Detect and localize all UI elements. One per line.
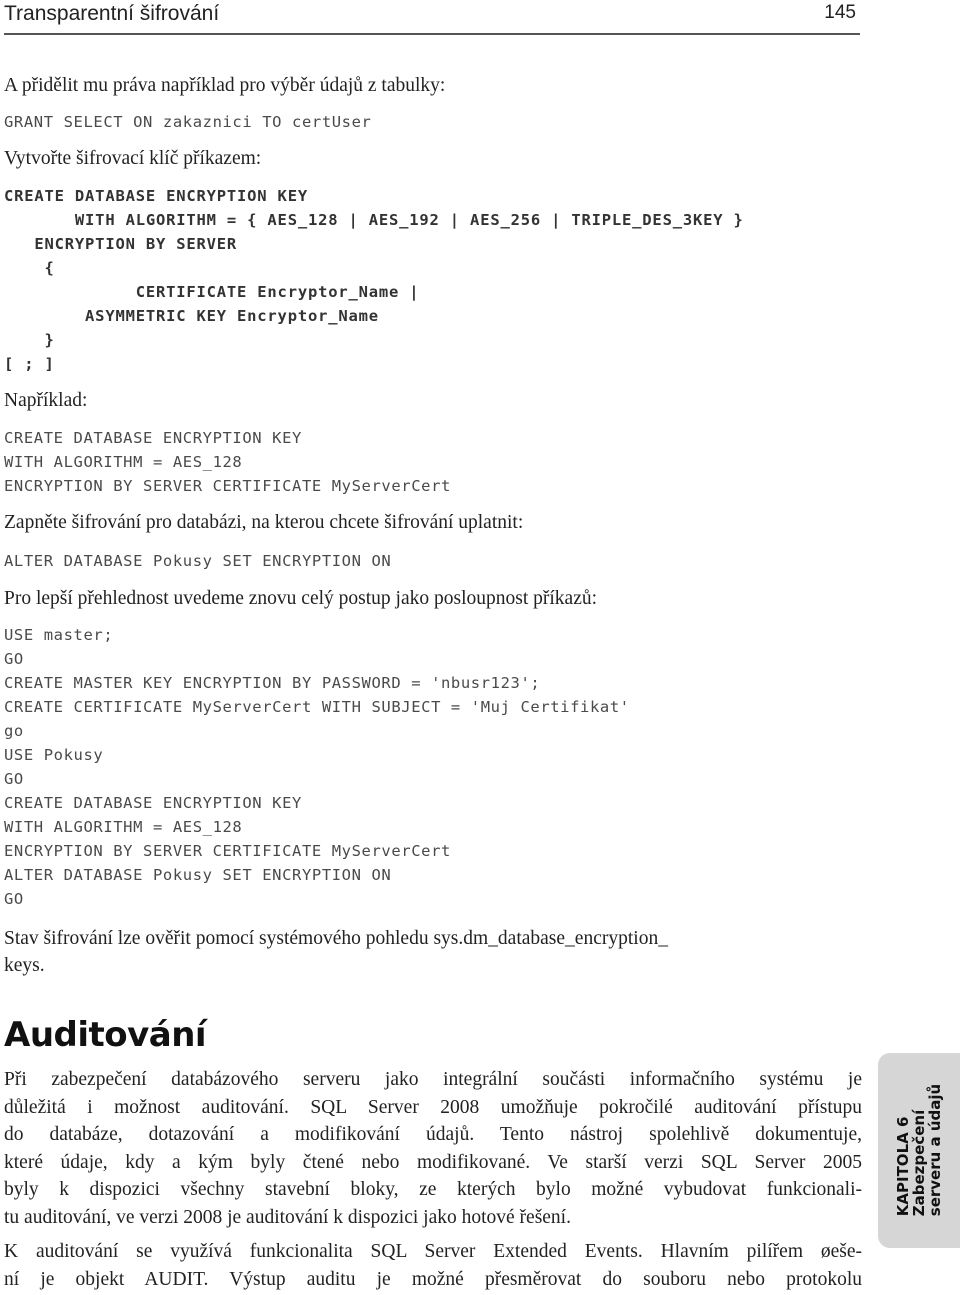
code-line: GO (4, 770, 24, 788)
code-line: ENCRYPTION BY SERVER CERTIFICATE MyServe… (4, 477, 451, 495)
code-line: CREATE DATABASE ENCRYPTION KEY (4, 794, 302, 812)
status-text-line: Stav šifrování lze ověřit pomocí systémo… (4, 928, 668, 949)
paragraph-line: tu auditování, ve verzi 2008 je auditová… (4, 1206, 571, 1228)
running-header-title: Transparentní šifrování (4, 2, 220, 25)
code-line: ASYMMETRIC KEY Encryptor_Name (4, 307, 379, 325)
code-line: WITH ALGORITHM = AES_128 (4, 453, 243, 471)
chapter-title-line: serveru a údajů (926, 1083, 944, 1217)
code-line: go (4, 722, 24, 740)
code-line: ENCRYPTION BY SERVER (4, 235, 238, 253)
chapter-side-tab: KAPITOLA 6 Zabezpečení serveru a údajů (878, 1053, 960, 1248)
paragraph-line: ní je objekt AUDIT. Výstup auditu je mož… (4, 1268, 862, 1290)
paragraph-line: do databáze, dotazování a modifikování ú… (4, 1124, 862, 1145)
example-label: Například: (4, 390, 88, 411)
section-heading: Auditování (4, 1015, 207, 1055)
paragraph-line: K auditování se využívá funkcionalita SQ… (4, 1241, 862, 1262)
code-enable: ALTER DATABASE Pokusy SET ENCRYPTION ON (4, 552, 392, 570)
code-line: WITH ALGORITHM = { AES_128 | AES_192 | A… (4, 211, 744, 229)
paragraph-line: které údaje, kdy a kým byly čtené nebo m… (4, 1151, 862, 1173)
code-line: } (4, 331, 55, 349)
sequence-intro-text: Pro lepší přehlednost uvedeme znovu celý… (4, 588, 598, 609)
code-line: [ ; ] (4, 355, 55, 373)
code-line: GO (4, 650, 24, 668)
code-grant: GRANT SELECT ON zakaznici TO certUser (4, 113, 372, 131)
chapter-number: KAPITOLA 6 (894, 1116, 912, 1217)
running-header: Transparentní šifrování 145 (4, 0, 860, 35)
code-line: CREATE MASTER KEY ENCRYPTION BY PASSWORD… (4, 674, 541, 692)
chapter-title-line: Zabezpečení (910, 1109, 928, 1217)
code-line: ENCRYPTION BY SERVER CERTIFICATE MyServe… (4, 842, 451, 860)
code-line: USE master; (4, 626, 114, 644)
status-text-line: keys. (4, 955, 45, 976)
page-number: 145 (824, 2, 856, 23)
intro-grant-text: A přidělit mu práva například pro výběr … (4, 75, 446, 96)
create-key-intro-text: Vytvořte šifrovací klíč příkazem: (4, 148, 262, 169)
section-paragraph-1: Při zabezpečení databázového serveru jak… (4, 1066, 862, 1231)
code-line: USE Pokusy (4, 746, 104, 764)
code-line: CREATE DATABASE ENCRYPTION KEY (4, 429, 302, 447)
code-line: CREATE CERTIFICATE MyServerCert WITH SUB… (4, 698, 630, 716)
enable-intro-text: Zapněte šifrování pro databázi, na ktero… (4, 512, 524, 533)
code-line: CREATE DATABASE ENCRYPTION KEY (4, 187, 308, 205)
paragraph-line: Při zabezpečení databázového serveru jak… (4, 1069, 862, 1090)
paragraph-line: důležitá i možnost auditování. SQL Serve… (4, 1096, 862, 1118)
code-line: CERTIFICATE Encryptor_Name | (4, 283, 420, 301)
code-line: WITH ALGORITHM = AES_128 (4, 818, 243, 836)
section-paragraph-2: K auditování se využívá funkcionalita SQ… (4, 1238, 862, 1293)
paragraph-line: byly k dispozici všechny stavební bloky,… (4, 1179, 862, 1200)
chapter-side-tab-text: KAPITOLA 6 Zabezpečení serveru a údajů (894, 1083, 944, 1217)
code-line: ALTER DATABASE Pokusy SET ENCRYPTION ON (4, 866, 392, 884)
code-line: GO (4, 890, 24, 908)
code-line: { (4, 259, 55, 277)
